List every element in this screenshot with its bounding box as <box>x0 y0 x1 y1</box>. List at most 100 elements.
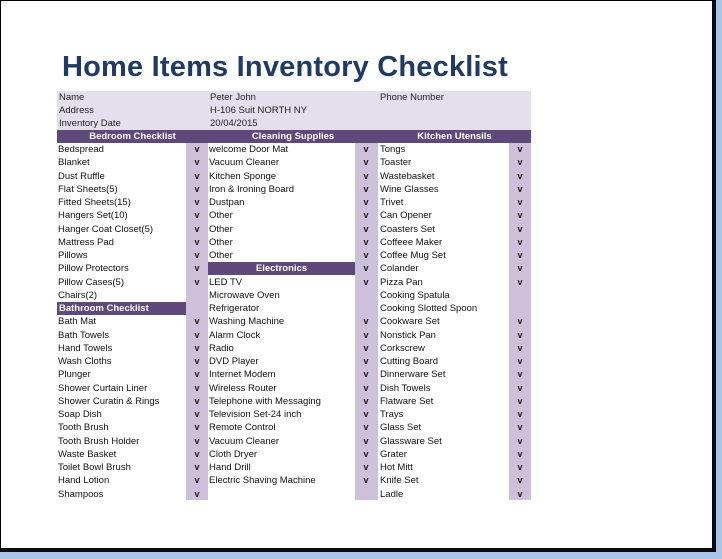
check-mark[interactable]: v <box>509 209 531 222</box>
check-mark[interactable]: v <box>186 156 208 169</box>
check-mark[interactable]: v <box>186 236 208 249</box>
check-mark[interactable]: v <box>186 368 208 381</box>
check-mark[interactable]: v <box>509 395 531 408</box>
checklist-item: Plunger <box>58 369 91 381</box>
check-mark[interactable]: v <box>186 276 208 289</box>
check-mark[interactable]: v <box>186 223 208 236</box>
check-mark[interactable]: v <box>509 421 531 434</box>
check-mark[interactable]: v <box>509 408 531 421</box>
check-mark[interactable]: v <box>355 236 377 249</box>
check-mark[interactable]: v <box>186 488 208 501</box>
check-mark[interactable]: v <box>355 382 377 395</box>
check-mark[interactable]: v <box>186 143 208 156</box>
check-mark[interactable]: v <box>509 315 531 328</box>
address-value[interactable]: H-106 Suit NORTH NY <box>210 104 307 117</box>
checklist-item: Hand Drill <box>209 462 251 473</box>
check-mark[interactable]: v <box>509 143 531 156</box>
check-mark[interactable]: v <box>355 223 377 236</box>
check-empty[interactable] <box>509 289 531 302</box>
check-mark[interactable]: v <box>186 355 208 368</box>
check-mark[interactable]: v <box>509 223 531 236</box>
check-mark[interactable]: v <box>509 342 531 355</box>
check-mark[interactable]: v <box>186 329 208 342</box>
check-mark[interactable]: v <box>509 276 531 289</box>
check-mark[interactable]: v <box>509 249 531 262</box>
checklist-item: Wine Glasses <box>380 183 439 195</box>
check-mark[interactable]: v <box>355 143 377 156</box>
check-mark[interactable]: v <box>355 408 377 421</box>
check-mark[interactable]: v <box>186 435 208 448</box>
bedroom-checklist-header: Bedroom Checklist <box>57 130 208 143</box>
check-mark[interactable]: v <box>186 183 208 196</box>
checklist-item: Bath Towels <box>58 329 110 341</box>
check-mark[interactable]: v <box>509 329 531 342</box>
check-mark[interactable]: v <box>509 170 531 183</box>
check-mark[interactable]: v <box>186 342 208 355</box>
check-mark[interactable]: v <box>355 474 377 487</box>
check-mark[interactable]: v <box>355 355 377 368</box>
check-mark[interactable]: v <box>355 448 377 461</box>
check-mark[interactable]: v <box>509 382 531 395</box>
checklist-item: Dinnerware Set <box>380 369 446 381</box>
check-mark[interactable]: v <box>509 236 531 249</box>
check-mark[interactable]: v <box>509 196 531 209</box>
check-mark[interactable]: v <box>186 408 208 421</box>
check-mark[interactable]: v <box>186 315 208 328</box>
check-empty[interactable] <box>509 302 531 315</box>
checklist-item: Trays <box>380 409 404 420</box>
check-mark[interactable]: v <box>355 342 377 355</box>
checklist-item: Flat Sheets(5) <box>58 183 118 195</box>
check-mark[interactable]: v <box>509 355 531 368</box>
check-mark[interactable]: v <box>355 209 377 222</box>
check-mark[interactable]: v <box>186 474 208 487</box>
name-value[interactable]: Peter John <box>210 91 256 104</box>
check-mark[interactable]: v <box>355 170 377 183</box>
checklist-item: Trivet <box>380 197 404 208</box>
check-mark[interactable]: v <box>186 382 208 395</box>
check-mark[interactable]: v <box>509 156 531 169</box>
check-mark[interactable]: v <box>355 435 377 448</box>
check-mark[interactable]: v <box>509 448 531 461</box>
check-mark[interactable]: v <box>186 170 208 183</box>
check-mark[interactable]: v <box>509 435 531 448</box>
checklist-item: Fitted Sheets(15) <box>58 197 131 208</box>
check-empty[interactable] <box>355 302 377 315</box>
check-mark[interactable]: v <box>355 461 377 474</box>
check-mark[interactable]: v <box>509 368 531 381</box>
checklist-item: Tooth Brush <box>58 422 109 434</box>
check-mark[interactable]: v <box>355 196 377 209</box>
check-mark[interactable]: v <box>186 262 208 275</box>
check-mark[interactable]: v <box>509 474 531 487</box>
check-mark[interactable]: v <box>186 448 208 461</box>
check-mark[interactable]: v <box>186 421 208 434</box>
check-mark[interactable]: v <box>186 395 208 408</box>
check-mark[interactable]: v <box>355 329 377 342</box>
check-mark[interactable]: v <box>355 183 377 196</box>
check-mark[interactable]: v <box>186 249 208 262</box>
check-mark[interactable]: v <box>355 276 377 289</box>
checklist-item: Ladle <box>380 488 404 500</box>
check-mark[interactable]: v <box>355 421 377 434</box>
check-mark[interactable]: v <box>355 262 377 275</box>
check-mark[interactable]: v <box>186 209 208 222</box>
check-mark[interactable]: v <box>509 461 531 474</box>
checklist-item: Vacuum Cleaner <box>209 157 280 169</box>
date-value[interactable]: 20/04/2015 <box>210 117 258 130</box>
checklist-item: Kitchen Sponge <box>209 170 277 182</box>
check-mark[interactable]: v <box>355 395 377 408</box>
checklist-item: Chairs(2) <box>58 289 98 301</box>
check-mark[interactable]: v <box>355 249 377 262</box>
phone-label: Phone Number <box>380 92 444 103</box>
check-mark[interactable]: v <box>355 368 377 381</box>
check-mark[interactable]: v <box>355 315 377 328</box>
check-empty[interactable] <box>186 289 208 302</box>
check-empty[interactable] <box>355 289 377 302</box>
page-title: Home Items Inventory Checklist <box>62 51 508 83</box>
check-mark[interactable]: v <box>186 196 208 209</box>
check-mark[interactable]: v <box>186 461 208 474</box>
check-mark[interactable]: v <box>509 488 531 501</box>
check-mark[interactable]: v <box>355 156 377 169</box>
check-mark[interactable]: v <box>509 183 531 196</box>
check-mark[interactable]: v <box>509 262 531 275</box>
section-header-electronics: Electronics <box>208 262 355 276</box>
